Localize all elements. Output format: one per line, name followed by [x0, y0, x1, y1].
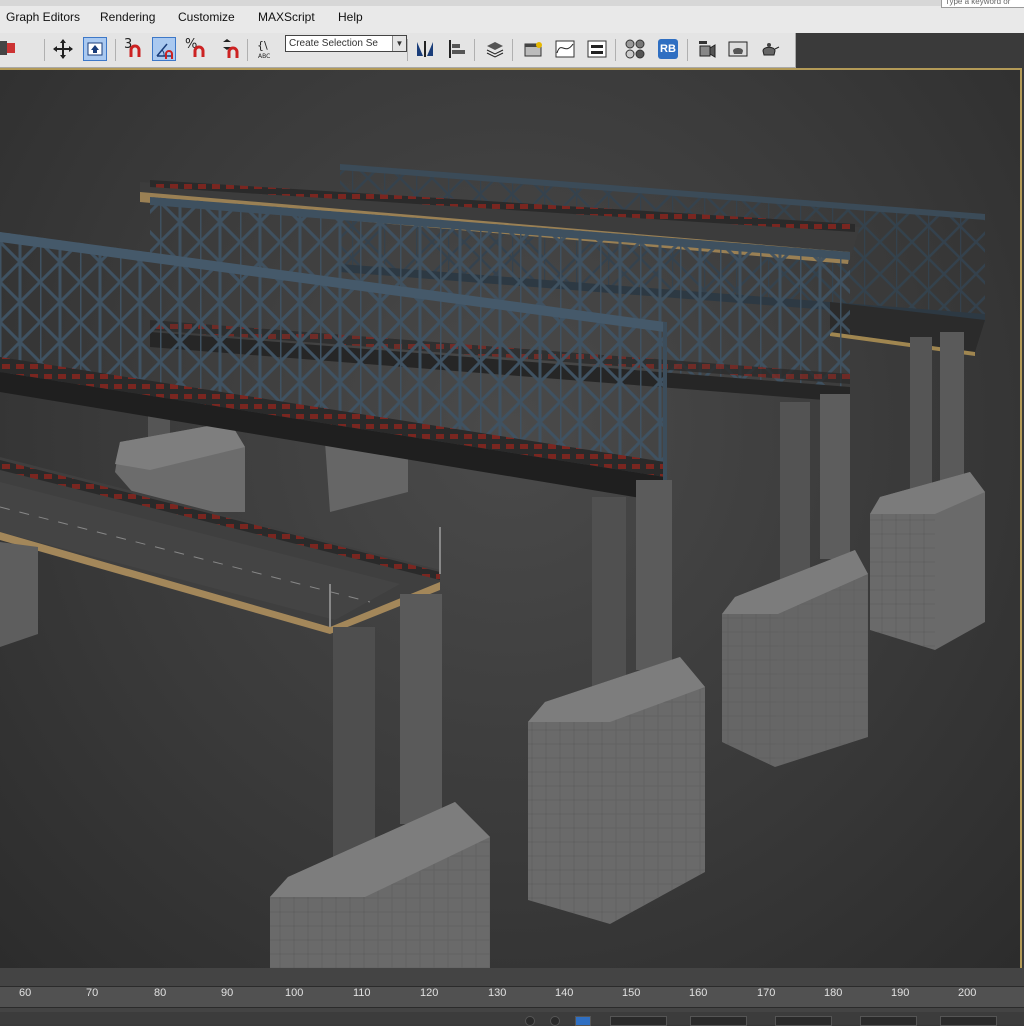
- tick-label: 120: [420, 987, 439, 999]
- render-setup-icon[interactable]: [695, 37, 719, 61]
- toolbar-separator: [615, 39, 616, 61]
- title-strip: [0, 0, 1024, 6]
- align-icon[interactable]: [445, 37, 469, 61]
- tick-label: 170: [757, 987, 776, 999]
- chevron-down-icon[interactable]: ▼: [392, 36, 406, 51]
- move-icon[interactable]: [51, 37, 75, 61]
- tick-label: 200: [958, 987, 977, 999]
- toolbar-separator: [512, 39, 513, 61]
- render-production-icon[interactable]: [758, 37, 782, 61]
- pier-back: [870, 332, 985, 650]
- tick-label: 60: [19, 987, 32, 999]
- toolbar-separator: [687, 39, 688, 61]
- z-coordinate-field[interactable]: [775, 1016, 832, 1026]
- menu-bar: Graph Editors Rendering Customize MAXScr…: [0, 0, 1024, 34]
- main-toolbar: 3 % {\ ABC Create Selection Se ▼ RB: [0, 33, 796, 68]
- time-ruler[interactable]: 60 70 80 90 100 110 120 130 140 150 160 …: [0, 986, 1024, 1008]
- toggle-ribbon-icon[interactable]: [522, 37, 546, 61]
- timeline[interactable]: 60 70 80 90 100 110 120 130 140 150 160 …: [0, 968, 1024, 1012]
- perspective-viewport[interactable]: [0, 68, 1022, 970]
- tick-label: 130: [488, 987, 507, 999]
- angle-snap-icon[interactable]: [152, 37, 176, 61]
- schematic-view-icon[interactable]: [585, 37, 609, 61]
- tick-label: 70: [86, 987, 99, 999]
- tick-label: 190: [891, 987, 910, 999]
- tick-label: 180: [824, 987, 843, 999]
- tick-label: 160: [689, 987, 708, 999]
- selection-set-value: Create Selection Se: [289, 38, 378, 49]
- menu-customize[interactable]: Customize: [178, 10, 235, 24]
- select-by-name-icon[interactable]: [0, 37, 18, 61]
- isolate-icon[interactable]: [550, 1016, 560, 1026]
- svg-text:{\: {\: [257, 39, 268, 52]
- menu-help[interactable]: Help: [338, 10, 363, 24]
- toolbar-empty-area: [796, 33, 1024, 67]
- curve-editor-icon[interactable]: [553, 37, 577, 61]
- named-selection-set-dropdown[interactable]: Create Selection Se ▼: [285, 35, 407, 52]
- pier-front: [528, 480, 705, 924]
- toolbar-separator: [474, 39, 475, 61]
- rb-label: RB: [658, 39, 678, 59]
- rb-button[interactable]: RB: [656, 37, 680, 61]
- menu-graph-editors[interactable]: Graph Editors: [6, 10, 80, 24]
- tick-label: 110: [353, 987, 371, 999]
- grid-field[interactable]: [860, 1016, 917, 1026]
- layer-explorer-icon[interactable]: [483, 37, 507, 61]
- edit-named-selection-icon[interactable]: {\ ABC: [253, 37, 277, 61]
- time-field[interactable]: [940, 1016, 997, 1026]
- percent-snap-icon[interactable]: %: [184, 37, 208, 61]
- pier-middle: [722, 394, 868, 767]
- mirror-icon[interactable]: [413, 37, 437, 61]
- toolbar-separator: [115, 39, 116, 61]
- tick-label: 100: [285, 987, 304, 999]
- tick-label: 90: [221, 987, 234, 999]
- y-coordinate-field[interactable]: [690, 1016, 747, 1026]
- tick-label: 80: [154, 987, 167, 999]
- tick-label: 150: [622, 987, 641, 999]
- x-coordinate-field[interactable]: [610, 1016, 667, 1026]
- snap-toggle-icon[interactable]: 3: [122, 37, 146, 61]
- spinner-snap-icon[interactable]: [217, 37, 241, 61]
- svg-text:ABC: ABC: [258, 53, 270, 60]
- lock-icon[interactable]: [525, 1016, 535, 1026]
- status-bar: [0, 1012, 1024, 1026]
- search-input[interactable]: Type a keyword or phrase: [941, 0, 1024, 8]
- toolbar-separator: [44, 39, 45, 61]
- toolbar-separator: [247, 39, 248, 61]
- menu-rendering[interactable]: Rendering: [100, 10, 155, 24]
- toolbar-separator: [407, 39, 408, 61]
- bridge-scene: [0, 164, 985, 968]
- rendered-frame-window-icon[interactable]: [726, 37, 750, 61]
- material-editor-icon[interactable]: [623, 37, 647, 61]
- selection-lock-icon[interactable]: [575, 1016, 591, 1026]
- menu-maxscript[interactable]: MAXScript: [258, 10, 315, 24]
- select-and-place-icon[interactable]: [83, 37, 107, 61]
- tick-label: 140: [555, 987, 574, 999]
